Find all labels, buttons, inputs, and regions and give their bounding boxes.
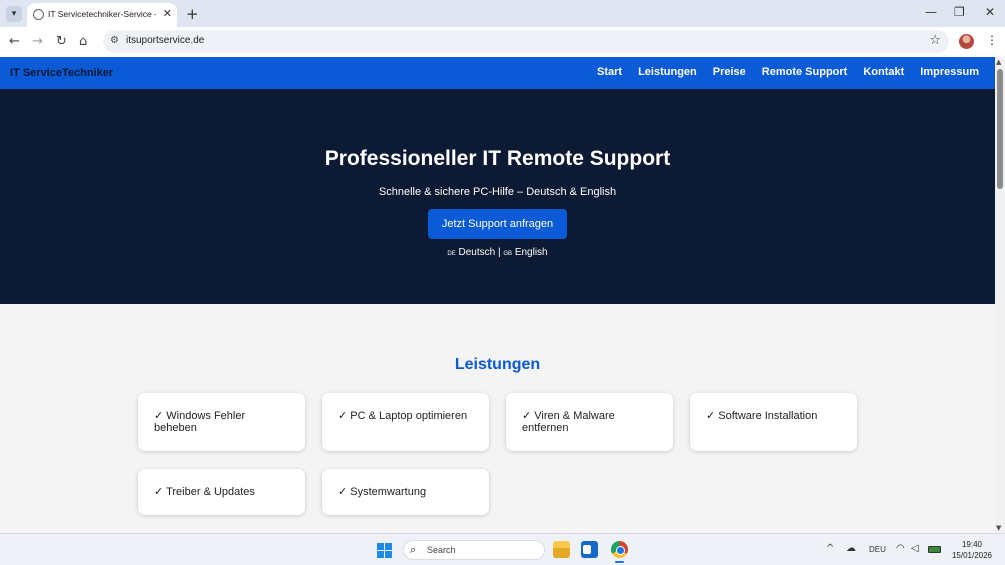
scroll-down-arrow-icon[interactable]: ▼	[996, 524, 1001, 532]
profile-avatar[interactable]	[959, 34, 974, 49]
forward-arrow-icon[interactable]: →	[32, 34, 43, 49]
nav-link-impressum[interactable]: Impressum	[920, 66, 979, 78]
service-card-label: ✓ Systemwartung	[338, 486, 427, 498]
wifi-icon[interactable]: ◠	[896, 543, 905, 554]
onedrive-cloud-icon[interactable]: ☁	[846, 543, 856, 554]
url-text[interactable]: itsuportservice.de	[126, 35, 204, 46]
bookmark-star-icon[interactable]: ☆	[929, 33, 941, 48]
new-tab-plus-icon[interactable]: +	[186, 5, 199, 23]
service-card-label: ✓ Treiber & Updates	[154, 486, 255, 498]
service-card-label: ✓ Windows Fehler beheben	[154, 410, 246, 434]
search-icon: ⌕	[410, 543, 417, 556]
service-card: ✓ Treiber & Updates	[138, 469, 305, 515]
window-restore-button[interactable]: ❐	[954, 5, 965, 19]
support-request-button[interactable]: Jetzt Support anfragen	[428, 209, 567, 239]
site-info-icon[interactable]: ⚙	[110, 35, 119, 46]
browser-toolbar: ← → ↻ ⌂ ⚙ itsuportservice.de ☆	[0, 27, 1005, 57]
hero-section: Professioneller IT Remote Support Schnel…	[0, 89, 995, 304]
nav-link-start[interactable]: Start	[597, 66, 622, 78]
reload-icon[interactable]: ↻	[56, 34, 67, 49]
browser-tab-active[interactable]: IT Servicetechniker-Service – Re ✕	[27, 3, 177, 27]
lang-link-english[interactable]: English	[515, 247, 548, 258]
taskbar-search-input[interactable]: ⌕ Search	[403, 540, 545, 560]
windows-taskbar: ⌕ Search ^ ☁ DEU ◠ ◁ 19:40 15/01/2026	[0, 533, 1005, 565]
tab-close-icon[interactable]: ✕	[163, 7, 172, 20]
hero-title: Professioneller IT Remote Support	[324, 147, 671, 170]
browser-tab-bar: ▾ IT Servicetechniker-Service – Re ✕ + —…	[0, 0, 1005, 27]
home-icon[interactable]: ⌂	[79, 34, 87, 49]
windows-start-icon[interactable]	[377, 543, 392, 558]
service-card: ✓ Software Installation	[690, 393, 857, 451]
web-page: IT ServiceTechniker Start Leistungen Pre…	[0, 57, 995, 533]
chrome-icon[interactable]	[611, 541, 628, 558]
back-arrow-icon[interactable]: ←	[9, 34, 20, 49]
address-bar[interactable]: ⚙ itsuportservice.de ☆	[103, 30, 949, 53]
service-card-label: ✓ PC & Laptop optimieren	[338, 410, 468, 422]
active-app-indicator	[615, 561, 624, 563]
site-brand-logo[interactable]: IT ServiceTechniker	[10, 67, 113, 79]
clock-time: 19:40	[961, 540, 983, 549]
service-card-label: ✓ Software Installation	[706, 410, 818, 422]
clock-date: 15/01/2026	[951, 551, 993, 560]
site-header: IT ServiceTechniker Start Leistungen Pre…	[0, 57, 995, 89]
service-card: ✓ Systemwartung	[322, 469, 489, 515]
search-placeholder: Search	[427, 545, 456, 555]
tab-list-chevron-down-icon[interactable]: ▾	[6, 6, 22, 22]
service-card: ✓ Viren & Malware entfernen	[506, 393, 673, 451]
battery-icon[interactable]	[928, 546, 941, 553]
lang-separator: |	[497, 247, 501, 258]
nav-link-preise[interactable]: Preise	[713, 66, 746, 78]
tab-title: IT Servicetechniker-Service – Re	[48, 9, 156, 19]
taskbar-clock[interactable]: 19:40 15/01/2026	[948, 539, 996, 561]
hero-subtitle: Schnelle & sichere PC-Hilfe – Deutsch & …	[378, 186, 617, 198]
lang-link-deutsch[interactable]: Deutsch	[459, 247, 496, 258]
language-switcher: DE Deutsch | GB English	[0, 247, 995, 258]
scrollbar-thumb[interactable]	[997, 69, 1003, 189]
page-scrollbar[interactable]: ▲ ▼	[995, 57, 1005, 533]
tray-chevron-up-icon[interactable]: ^	[826, 543, 834, 554]
service-card-label: ✓ Viren & Malware entfernen	[522, 410, 615, 434]
outlook-icon[interactable]	[581, 541, 598, 558]
nav-link-kontakt[interactable]: Kontakt	[863, 66, 904, 78]
nav-link-remote-support[interactable]: Remote Support	[762, 66, 848, 78]
de-flag-icon: DE	[447, 251, 456, 257]
browser-menu-icon[interactable]: ⋮	[986, 33, 998, 47]
window-minimize-button[interactable]: —	[925, 5, 937, 19]
site-nav: Start Leistungen Preise Remote Support K…	[597, 66, 979, 78]
input-language-indicator[interactable]: DEU	[869, 545, 886, 554]
file-explorer-icon[interactable]	[553, 541, 570, 558]
scroll-up-arrow-icon[interactable]: ▲	[996, 58, 1001, 66]
services-title: Leistungen	[454, 356, 541, 373]
nav-link-leistungen[interactable]: Leistungen	[638, 66, 697, 78]
globe-favicon-icon	[33, 9, 44, 20]
service-card: ✓ Windows Fehler beheben	[138, 393, 305, 451]
gb-flag-icon: GB	[503, 251, 513, 257]
service-card: ✓ PC & Laptop optimieren	[322, 393, 489, 451]
window-close-button[interactable]: ✕	[985, 5, 995, 19]
volume-icon[interactable]: ◁	[911, 543, 919, 554]
